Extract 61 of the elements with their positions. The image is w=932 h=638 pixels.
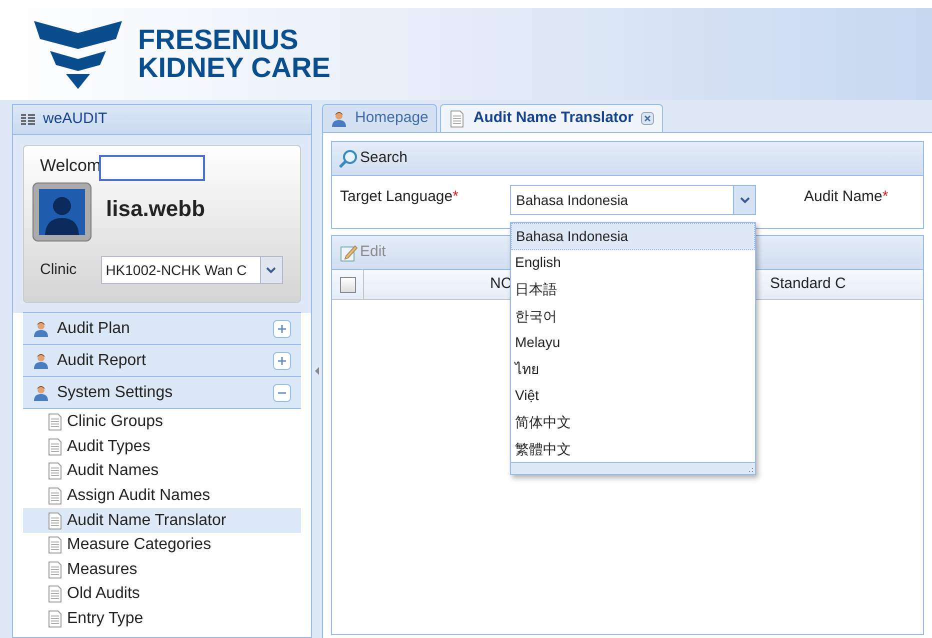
chevron-down-icon bbox=[740, 196, 750, 204]
document-icon bbox=[47, 512, 63, 530]
clinic-select[interactable]: HK1002-NCHK Wan C bbox=[100, 256, 283, 284]
field-label: Audit Name* bbox=[804, 186, 888, 207]
document-icon bbox=[47, 462, 63, 480]
resize-grip-icon[interactable] bbox=[746, 466, 754, 474]
logo-icon bbox=[34, 19, 122, 89]
checkbox[interactable] bbox=[340, 276, 356, 292]
logo-text: FRESENIUS bbox=[138, 26, 300, 54]
clinic-label: Clinic bbox=[39, 260, 77, 280]
person-icon bbox=[33, 384, 49, 400]
username: lisa.webb bbox=[106, 195, 206, 223]
document-icon bbox=[47, 413, 63, 432]
dropdown-option[interactable]: Melayu bbox=[511, 329, 755, 356]
menu-icon bbox=[21, 114, 35, 126]
document-icon bbox=[47, 536, 63, 554]
dropdown-option[interactable]: English bbox=[511, 250, 755, 276]
column-header[interactable]: Standard C bbox=[770, 273, 846, 296]
language-select[interactable]: Bahasa Indonesia bbox=[510, 185, 756, 215]
dropdown-option[interactable]: Bahasa Indonesia bbox=[511, 223, 755, 250]
search-icon bbox=[338, 148, 358, 168]
document-icon bbox=[47, 487, 63, 506]
tree-item[interactable]: Audit Names bbox=[23, 459, 301, 484]
chevron-down-icon bbox=[266, 266, 276, 274]
document-icon bbox=[449, 110, 466, 128]
tree-item[interactable]: Clinic Groups bbox=[23, 410, 301, 435]
tree-item[interactable]: Measures bbox=[23, 558, 301, 582]
avatar-icon bbox=[32, 182, 92, 242]
close-icon[interactable] bbox=[641, 112, 654, 125]
person-icon bbox=[33, 320, 49, 336]
tree-item[interactable]: Old Audits bbox=[23, 582, 301, 607]
panel-title: Search bbox=[360, 148, 408, 168]
person-icon bbox=[331, 110, 347, 126]
tab[interactable]: Homepage bbox=[322, 104, 438, 132]
dropdown-option[interactable]: 简体中文 bbox=[511, 409, 755, 436]
dropdown-option[interactable]: 日本語 bbox=[511, 276, 755, 303]
document-icon bbox=[47, 585, 63, 604]
dropdown-option[interactable]: ไทย bbox=[511, 356, 755, 383]
dropdown-option[interactable]: 한국어 bbox=[511, 302, 755, 330]
document-icon bbox=[47, 560, 63, 579]
document-icon bbox=[47, 610, 63, 628]
collapse-handle-icon[interactable] bbox=[314, 366, 320, 376]
field-label: Target Language* bbox=[340, 186, 460, 207]
accordion-header[interactable]: System Settings bbox=[23, 376, 301, 409]
pencil-icon bbox=[340, 244, 358, 262]
logo-text: KIDNEY CARE bbox=[138, 54, 330, 82]
tree-item[interactable]: Audit Types bbox=[23, 434, 301, 460]
tree-item[interactable]: Measure Categories bbox=[23, 532, 301, 558]
resize-bar[interactable] bbox=[511, 462, 755, 474]
tree-item[interactable]: Entry Type bbox=[23, 606, 301, 632]
person-icon bbox=[33, 352, 49, 368]
dropdown-option[interactable]: Việt bbox=[511, 382, 755, 410]
tab[interactable]: Audit Name Translator bbox=[440, 104, 664, 132]
tree-item[interactable]: Assign Audit Names bbox=[23, 484, 301, 508]
document-icon bbox=[47, 438, 63, 456]
accordion-header[interactable]: Audit Plan bbox=[23, 312, 301, 345]
welcome-text: Welcom bbox=[39, 155, 102, 178]
accordion-header[interactable]: Audit Report bbox=[23, 344, 301, 377]
dropdown-option[interactable]: 繁體中文 bbox=[511, 436, 755, 462]
panel-title: weAUDIT bbox=[43, 109, 108, 130]
tree-item[interactable]: Audit Name Translator bbox=[23, 508, 301, 533]
